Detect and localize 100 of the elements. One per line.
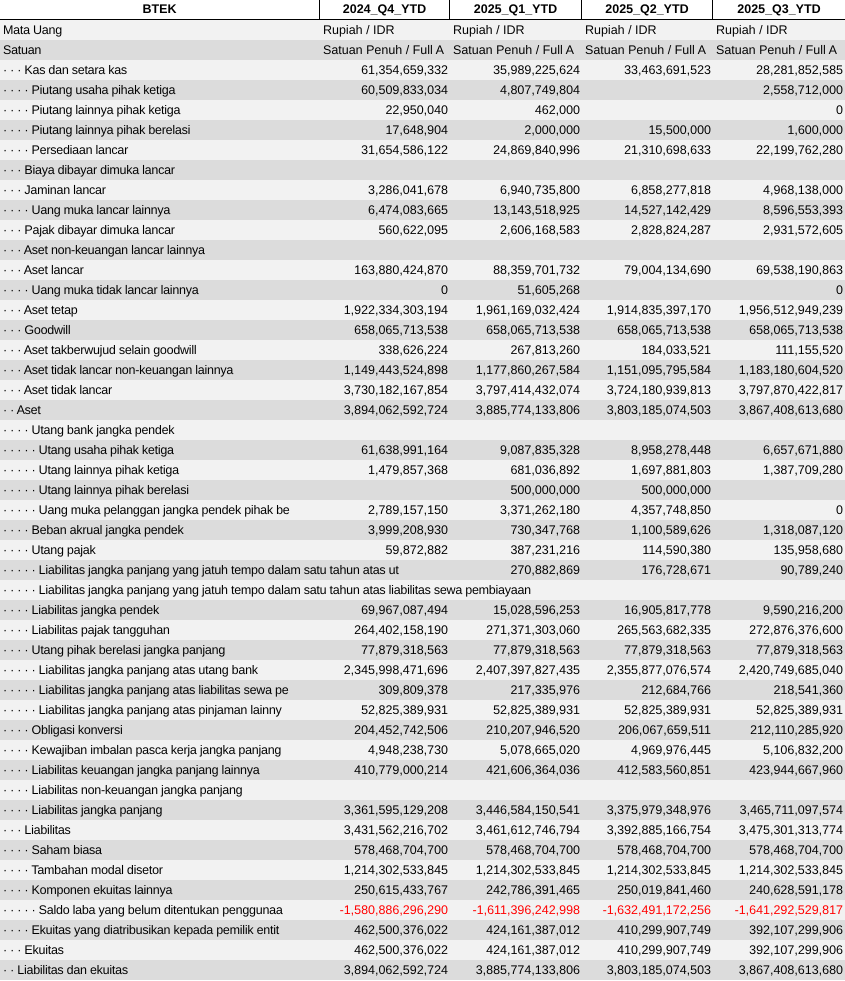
table-cell-text: 163,880,424,870 — [353, 262, 449, 279]
table-cell-text: 267,813,260 — [509, 342, 581, 359]
table-cell-text: 24,869,840,996 — [492, 142, 581, 159]
table-cell-text: 52,825,389,931 — [360, 702, 449, 719]
table-cell-text: 22,199,762,280 — [755, 142, 844, 159]
table-cell-text: 462,500,376,022 — [353, 942, 449, 959]
table-cell-text: 265,563,682,335 — [616, 622, 712, 639]
table-cell-text: -1,632,491,172,256 — [602, 902, 712, 919]
table-cell-text: 3,465,711,097,574 — [738, 802, 844, 819]
table-cell-text: 28,281,852,585 — [755, 62, 844, 79]
table-cell-text: 3,392,885,166,754 — [606, 822, 712, 839]
table-cell-text: 1,214,302,533,845 — [738, 862, 844, 879]
table-cell-text: 3,803,185,074,503 — [606, 402, 712, 419]
row-label: · · · Liabilitas — [2, 822, 72, 839]
table-cell-text: -1,611,396,242,998 — [471, 902, 581, 919]
row-label: · · · · Uang muka lancar lainnya — [2, 202, 172, 219]
row-label: · · · · Piutang lainnya pihak ketiga — [2, 102, 182, 119]
table-cell-text: 250,615,433,767 — [353, 882, 449, 899]
table-cell-text: Rupiah / IDR — [584, 22, 658, 39]
table-cell-text: Satuan Penuh / Full A — [322, 42, 445, 59]
row-label: · · · Goodwill — [2, 322, 72, 339]
table-cell-text: 500,000,000 — [640, 482, 712, 499]
table-cell-text: 3,371,262,180 — [499, 502, 581, 519]
table-cell-text: 4,968,138,000 — [762, 182, 844, 199]
table-cell-text: 79,004,134,690 — [623, 262, 712, 279]
row-label: · · · Aset tidak lancar — [2, 382, 113, 399]
row-label: · · · Aset tetap — [2, 302, 79, 319]
table-cell-text: 3,375,979,348,976 — [606, 802, 712, 819]
row-label: · · · · Ekuitas yang diatribusikan kepada pemilik entit — [2, 922, 280, 939]
table-cell-text: 271,371,303,060 — [485, 622, 581, 639]
table-cell-text: 184,033,521 — [640, 342, 712, 359]
table-cell-text: 5,106,832,200 — [762, 742, 844, 759]
table-cell-text: 424,161,387,012 — [485, 922, 581, 939]
table-cell-text: -1,580,886,296,290 — [338, 902, 449, 919]
table-cell-text: 3,797,414,432,074 — [474, 382, 581, 399]
table-cell-text: 462,000 — [534, 102, 581, 119]
table-cell-text: 210,207,946,520 — [485, 722, 581, 739]
table-cell-text: 658,065,713,538 — [748, 322, 844, 339]
row-label: · · · · Kewajiban imbalan pasca kerja jangka panjang — [2, 742, 282, 759]
table-cell-text: 1,183,180,604,520 — [738, 362, 844, 379]
table-cell-text: 15,028,596,253 — [492, 602, 581, 619]
table-cell-text: 2,558,712,000 — [762, 82, 844, 99]
table-cell-text: 1,214,302,533,845 — [606, 862, 712, 879]
table-cell-text: 4,969,976,445 — [630, 742, 712, 759]
row-label: · · · · Persediaan lancar — [2, 142, 130, 159]
table-cell-text: 77,879,318,563 — [755, 642, 844, 659]
table-cell-text: 1,151,095,795,584 — [606, 362, 712, 379]
table-cell-text: 2,931,572,605 — [762, 222, 844, 239]
table-cell-text: 3,446,584,150,541 — [474, 802, 581, 819]
table-cell-text: 3,867,408,613,680 — [738, 962, 844, 979]
row-label: · · Aset — [2, 402, 42, 419]
table-cell-text: 52,825,389,931 — [623, 702, 712, 719]
table-cell-text: 2,000,000 — [523, 122, 581, 139]
table-cell-text: 578,468,704,700 — [616, 842, 712, 859]
table-cell-text: 15,500,000 — [647, 122, 712, 139]
table-cell-text: 1,697,881,803 — [630, 462, 712, 479]
row-label: · · · Aset lancar — [2, 262, 85, 279]
table-cell-text: 204,452,742,506 — [353, 722, 449, 739]
table-cell-text: 338,626,224 — [377, 342, 449, 359]
table-cell-text: 1,318,087,120 — [762, 522, 844, 539]
table-cell-text: 3,431,562,216,702 — [342, 822, 449, 839]
table-cell-text: 31,654,586,122 — [360, 142, 449, 159]
table-cell-text: 114,590,380 — [641, 542, 712, 559]
table-cell-text: 176,728,671 — [640, 562, 712, 579]
table-cell-text: 1,956,512,949,239 — [738, 302, 844, 319]
column-header: 2025_Q2_YTD — [582, 0, 713, 20]
table-cell-text: 578,468,704,700 — [485, 842, 581, 859]
table-cell-text: 1,177,860,267,584 — [474, 362, 581, 379]
table-cell-text: 6,858,277,818 — [630, 182, 712, 199]
row-label: · · · · Komponen ekuitas lainnya — [2, 882, 174, 899]
row-label: · · · Aset takberwujud selain goodwill — [2, 342, 198, 359]
table-cell-text: 730,347,768 — [509, 522, 581, 539]
row-label: · · · · Uang muka tidak lancar lainnya — [2, 282, 200, 299]
row-label: · · · · Liabilitas keuangan jangka panjang lainnya — [2, 762, 261, 779]
table-cell-text: 3,885,774,133,806 — [474, 962, 581, 979]
table-cell-text: 22,950,040 — [384, 102, 449, 119]
row-label: · · · · · Uang muka pelanggan jangka pendek pihak be — [2, 502, 290, 519]
table-cell-text: 2,606,168,583 — [499, 222, 581, 239]
table-cell-text: 13,143,518,925 — [492, 202, 581, 219]
table-cell-text: 3,999,208,930 — [367, 522, 449, 539]
table-cell-text: 578,468,704,700 — [748, 842, 844, 859]
table-cell-text: 0 — [835, 502, 844, 519]
row-label: · · · · · Liabilitas jangka panjang atas pinjaman lainny — [2, 702, 283, 719]
table-cell-text: 6,940,735,800 — [499, 182, 581, 199]
table-cell-text: 61,354,659,332 — [360, 62, 449, 79]
table-cell-text: 410,779,000,214 — [353, 762, 449, 779]
row-label: · · · Aset tidak lancar non-keuangan lainnya — [2, 362, 234, 379]
table-cell-text: 60,509,833,034 — [360, 82, 449, 99]
table-cell-text: 3,867,408,613,680 — [738, 402, 844, 419]
row-label: · · · · Liabilitas non-keuangan jangka panjang — [2, 782, 244, 799]
table-cell-text: 206,067,659,511 — [617, 722, 712, 739]
row-label: · · · · · Liabilitas jangka panjang atas utang bank — [2, 662, 259, 679]
table-cell-text: 410,299,907,749 — [616, 922, 712, 939]
table-cell-text: 8,958,278,448 — [630, 442, 712, 459]
row-label: · · · · Liabilitas pajak tangguhan — [2, 622, 171, 639]
row-label: · · · · · Liabilitas jangka panjang yang jatuh tempo dalam satu tahun atas ut — [2, 562, 400, 579]
table-cell-text: Satuan Penuh / Full A — [452, 42, 575, 59]
row-label: · · · · Piutang lainnya pihak berelasi — [2, 122, 192, 139]
table-cell-text: 264,402,158,190 — [353, 622, 449, 639]
table-cell-text: 3,730,182,167,854 — [342, 382, 449, 399]
